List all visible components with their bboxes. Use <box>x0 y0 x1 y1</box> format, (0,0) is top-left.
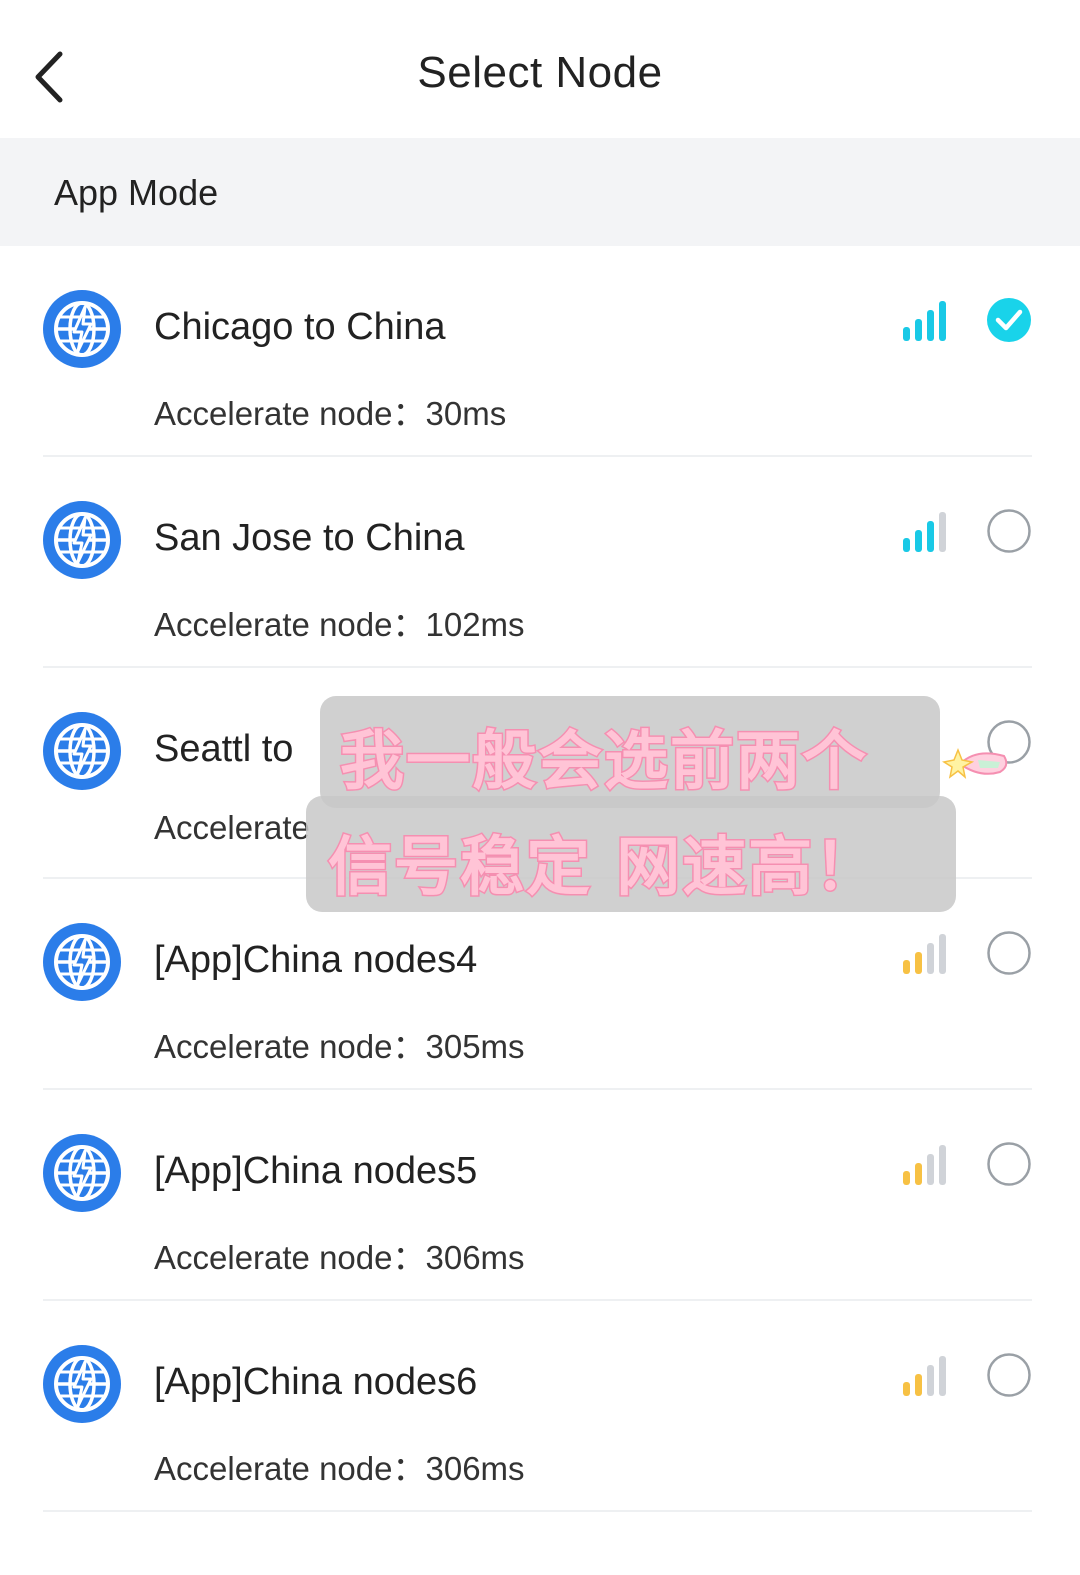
page-title: Select Node <box>417 48 663 97</box>
chevron-left-icon <box>35 51 63 103</box>
select-radio[interactable] <box>986 930 1032 976</box>
node-latency: Accelerate node：102ms <box>154 606 525 643</box>
select-radio[interactable] <box>986 1352 1032 1398</box>
node-row[interactable]: Seattl to Accelerate <box>0 668 1080 879</box>
node-latency: Accelerate node：306ms <box>154 1450 525 1487</box>
globe-lightning-icon <box>43 501 121 579</box>
signal-strength-icon <box>903 1356 947 1396</box>
globe-lightning-icon <box>43 923 121 1001</box>
section-label: App Mode <box>54 172 219 213</box>
globe-lightning-icon <box>43 712 121 790</box>
node-latency: Accelerate <box>154 809 310 846</box>
node-row[interactable]: Chicago to China Accelerate node：30ms <box>0 246 1080 457</box>
node-list: Chicago to China Accelerate node：30ms Sa… <box>0 246 1080 1512</box>
top-bar: Select Node <box>0 0 1080 138</box>
node-name: Chicago to China <box>154 306 446 348</box>
select-radio[interactable] <box>986 508 1032 554</box>
node-latency: Accelerate node：306ms <box>154 1239 525 1276</box>
signal-strength-icon <box>903 512 947 552</box>
globe-lightning-icon <box>43 290 121 368</box>
back-button[interactable] <box>22 42 82 112</box>
select-radio[interactable] <box>986 1141 1032 1187</box>
node-name: Seattl to <box>154 728 294 770</box>
node-row[interactable]: [App]China nodes5 Accelerate node：306ms <box>0 1090 1080 1301</box>
node-latency: Accelerate node：305ms <box>154 1028 525 1065</box>
signal-strength-icon <box>903 301 947 341</box>
select-radio[interactable] <box>986 719 1032 765</box>
node-latency: Accelerate node：30ms <box>154 395 507 432</box>
node-row[interactable]: San Jose to China Accelerate node：102ms <box>0 457 1080 668</box>
section-header: App Mode <box>0 138 1080 246</box>
node-name: [App]China nodes5 <box>154 1150 478 1192</box>
globe-lightning-icon <box>43 1345 121 1423</box>
node-name: [App]China nodes4 <box>154 939 478 981</box>
node-row[interactable]: [App]China nodes4 Accelerate node：305ms <box>0 879 1080 1090</box>
signal-strength-icon <box>903 934 947 974</box>
row-divider <box>43 1510 1032 1512</box>
select-radio-checked[interactable] <box>986 297 1032 343</box>
node-row[interactable]: [App]China nodes6 Accelerate node：306ms <box>0 1301 1080 1512</box>
node-name: San Jose to China <box>154 517 465 559</box>
globe-lightning-icon <box>43 1134 121 1212</box>
signal-strength-icon <box>903 1145 947 1185</box>
node-name: [App]China nodes6 <box>154 1361 478 1403</box>
